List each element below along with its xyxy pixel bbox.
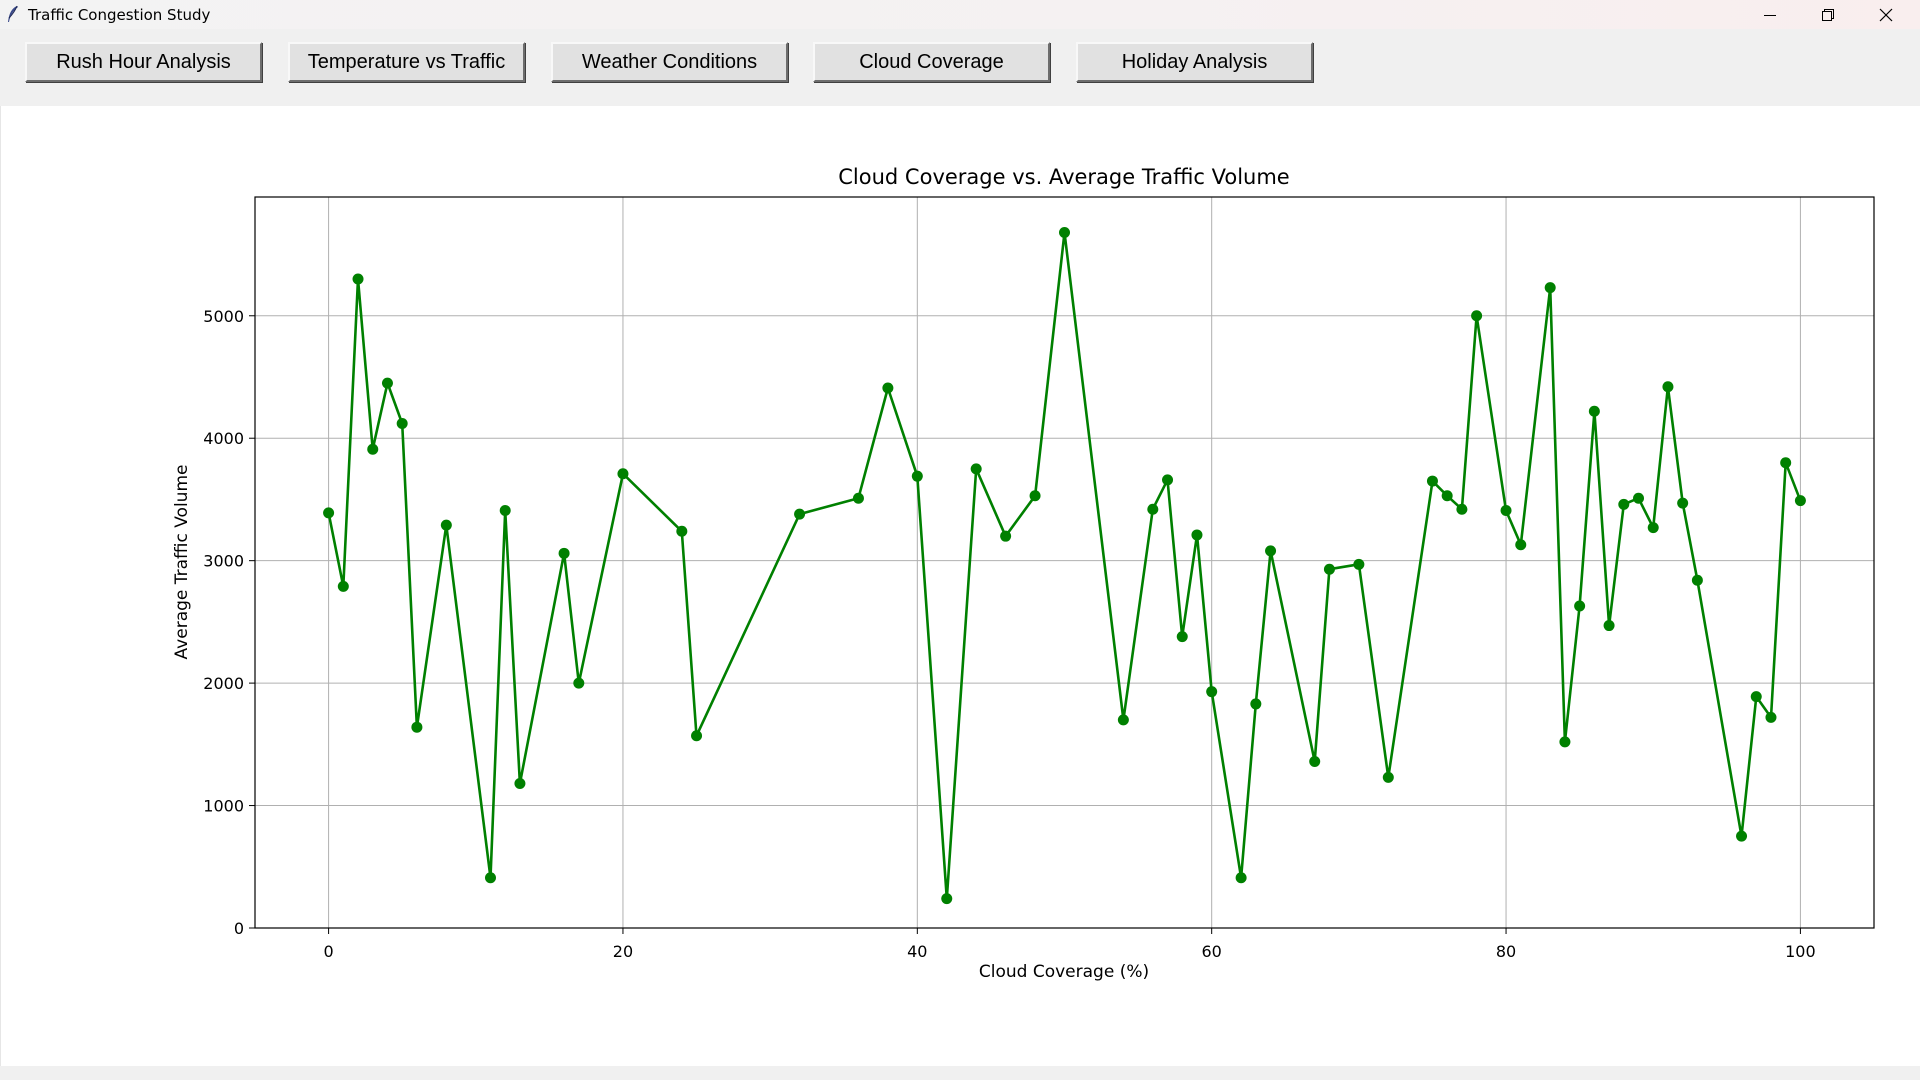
data-point	[499, 504, 511, 516]
data-point	[337, 580, 349, 592]
data-series	[323, 227, 1806, 905]
holiday-analysis-button[interactable]: Holiday Analysis	[1076, 42, 1313, 82]
y-tick-label: 1000	[203, 797, 244, 816]
data-point	[1794, 495, 1806, 507]
feather-icon	[8, 5, 18, 22]
data-point	[514, 778, 526, 790]
data-point	[691, 730, 703, 742]
data-point	[1765, 711, 1777, 723]
data-point	[1603, 620, 1615, 632]
data-point	[1456, 503, 1468, 515]
x-tick-label: 0	[323, 942, 333, 961]
data-point	[1353, 558, 1365, 570]
data-point	[676, 525, 688, 537]
data-point	[411, 721, 423, 733]
x-tick-label: 40	[907, 942, 927, 961]
data-point	[1662, 381, 1674, 393]
y-tick-label: 0	[234, 919, 244, 938]
data-point	[1780, 457, 1792, 469]
data-point	[1206, 686, 1218, 698]
data-point	[1323, 563, 1335, 575]
window-title: Traffic Congestion Study	[28, 6, 211, 24]
rush-hour-analysis-button[interactable]: Rush Hour Analysis	[25, 42, 262, 82]
data-point	[367, 443, 379, 455]
close-icon	[1879, 8, 1893, 21]
restore-icon	[1822, 8, 1834, 21]
minimize-button[interactable]	[1741, 0, 1799, 29]
minimize-icon	[1764, 14, 1776, 16]
data-point	[882, 382, 894, 394]
data-point	[794, 508, 806, 520]
data-point	[1500, 504, 1512, 516]
series-line	[327, 231, 1802, 900]
x-axis-label: Cloud Coverage (%)	[979, 962, 1149, 982]
data-point	[1647, 522, 1659, 534]
axis-ticks: 0 20 40 60 80 100010002000300040005000	[203, 307, 1815, 961]
data-point	[941, 893, 953, 905]
data-point	[1736, 830, 1748, 842]
x-tick-label: 80	[1496, 942, 1516, 961]
y-tick-label: 4000	[203, 429, 244, 448]
data-point	[1117, 714, 1129, 726]
data-point	[1750, 691, 1762, 703]
data-point	[852, 492, 864, 504]
line-chart: 0 20 40 60 80 100010002000300040005000 Cloud …	[172, 165, 1875, 982]
data-point	[558, 547, 570, 559]
grid-lines	[255, 197, 1874, 929]
close-button[interactable]	[1857, 0, 1915, 29]
toolbar: Rush Hour Analysis Temperature vs Traffi…	[0, 29, 1920, 106]
y-tick-label: 3000	[203, 552, 244, 571]
x-tick-label: 20	[613, 942, 633, 961]
plot-area: 0 20 40 60 80 100 0 1000 2000 3000 4000 5000 Cloud …	[0, 106, 1920, 1066]
temperature-vs-traffic-button[interactable]: Temperature vs Traffic	[288, 42, 525, 82]
y-tick-label: 2000	[203, 674, 244, 693]
data-point	[1691, 574, 1703, 586]
data-point	[617, 468, 629, 480]
data-point	[1162, 474, 1174, 486]
data-point	[1618, 498, 1630, 510]
data-point	[1265, 545, 1277, 557]
data-point	[1250, 698, 1262, 710]
data-point	[1677, 497, 1689, 509]
data-point	[573, 677, 585, 689]
x-tick-label: 100	[1785, 942, 1816, 961]
cloud-coverage-button[interactable]: Cloud Coverage	[813, 42, 1050, 82]
data-point	[396, 418, 408, 430]
y-tick-label: 5000	[203, 307, 244, 326]
data-point	[1147, 503, 1159, 515]
data-point	[911, 470, 923, 482]
data-point	[1574, 600, 1586, 612]
data-point	[1588, 405, 1600, 417]
data-point	[1191, 529, 1203, 541]
y-axis-label: Average Traffic Volume	[172, 465, 192, 660]
data-point	[1559, 736, 1571, 748]
data-point	[1441, 490, 1453, 502]
data-point	[970, 463, 982, 475]
data-point	[1029, 490, 1041, 502]
data-point	[1176, 631, 1188, 643]
weather-conditions-button[interactable]: Weather Conditions	[551, 42, 788, 82]
data-point	[1633, 492, 1645, 504]
title-bar: Traffic Congestion Study	[0, 0, 1920, 29]
data-point	[1059, 227, 1070, 239]
data-point	[1382, 771, 1394, 783]
maximize-button[interactable]	[1799, 0, 1857, 29]
plot-frame	[254, 196, 1875, 929]
data-point	[1544, 282, 1556, 294]
data-point	[323, 507, 335, 519]
chart-title: Cloud Coverage vs. Average Traffic Volum…	[838, 165, 1289, 189]
data-point	[1309, 755, 1321, 767]
data-point	[1471, 310, 1483, 322]
x-tick-label: 60	[1202, 942, 1222, 961]
data-point	[1515, 539, 1527, 551]
data-point	[440, 519, 452, 531]
status-bar	[0, 1066, 1920, 1080]
data-point	[381, 377, 393, 389]
data-point	[352, 273, 364, 285]
data-point	[1235, 872, 1247, 884]
data-point	[1000, 530, 1012, 542]
data-point	[484, 872, 496, 884]
data-point	[1426, 475, 1438, 487]
